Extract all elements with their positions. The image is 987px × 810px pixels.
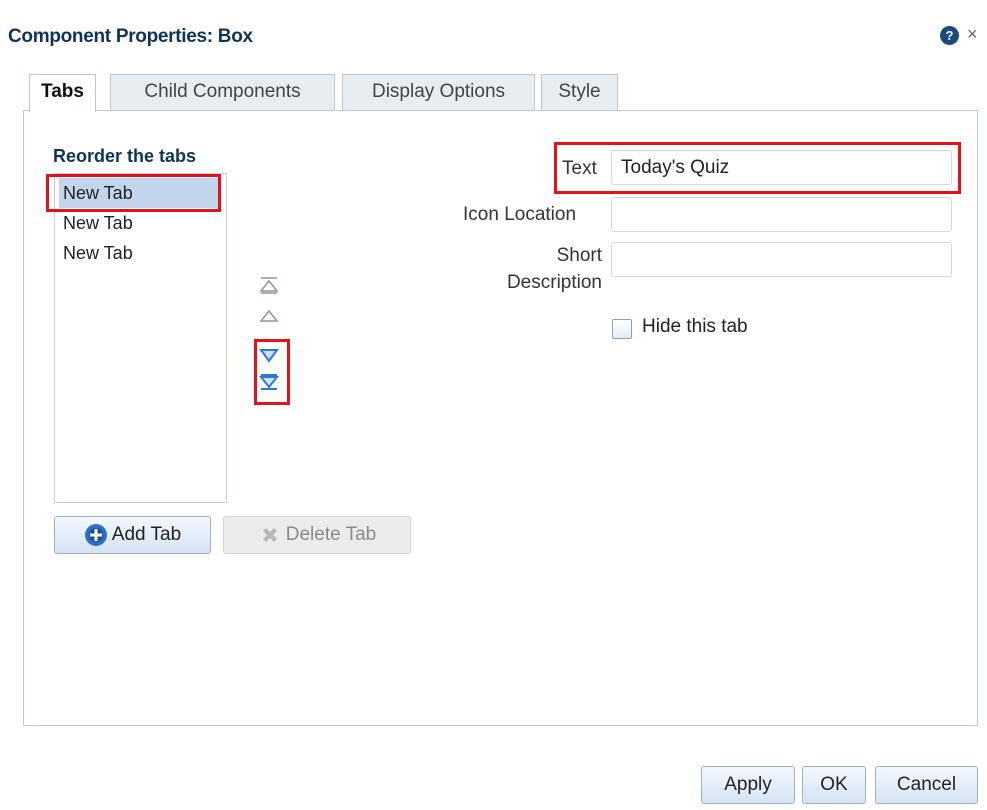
delete-icon <box>262 528 277 542</box>
delete-tab-button[interactable]: Delete Tab <box>223 516 411 554</box>
text-field[interactable]: Today's Quiz <box>611 150 952 185</box>
list-item[interactable]: New Tab <box>59 238 219 268</box>
text-label: Text <box>562 158 597 179</box>
move-up-icon[interactable] <box>258 306 280 326</box>
help-icon[interactable]: ? <box>940 26 959 45</box>
short-description-field[interactable] <box>611 242 952 277</box>
tab-list[interactable]: New Tab New Tab New Tab <box>54 173 227 503</box>
tab-style[interactable]: Style <box>541 74 618 110</box>
tab-child-components[interactable]: Child Components <box>110 74 335 110</box>
close-icon[interactable]: × <box>967 24 978 45</box>
delete-tab-label: Delete Tab <box>285 524 377 545</box>
hide-tab-checkbox[interactable] <box>612 319 632 339</box>
short-description-label-2: Description <box>506 272 602 293</box>
ok-button[interactable]: OK <box>802 766 866 804</box>
apply-button[interactable]: Apply <box>701 766 795 804</box>
icon-location-label: Icon Location <box>463 204 577 225</box>
list-item[interactable]: New Tab <box>59 178 219 208</box>
move-to-top-icon[interactable] <box>258 276 280 296</box>
hide-tab-label: Hide this tab <box>642 316 748 337</box>
add-icon <box>84 524 107 546</box>
short-description-label-1: Short <box>556 245 602 266</box>
tab-display-options[interactable]: Display Options <box>342 74 535 110</box>
move-to-bottom-icon[interactable] <box>258 372 280 392</box>
tab-tabs[interactable]: Tabs <box>29 74 96 112</box>
add-tab-button[interactable]: Add Tab <box>54 516 211 554</box>
move-down-icon[interactable] <box>258 346 280 366</box>
cancel-button[interactable]: Cancel <box>875 766 978 804</box>
dialog-title: Component Properties: Box <box>8 26 253 47</box>
icon-location-field[interactable] <box>611 197 952 232</box>
add-tab-label: Add Tab <box>111 524 182 545</box>
reorder-heading: Reorder the tabs <box>53 146 197 166</box>
list-item[interactable]: New Tab <box>59 208 219 238</box>
